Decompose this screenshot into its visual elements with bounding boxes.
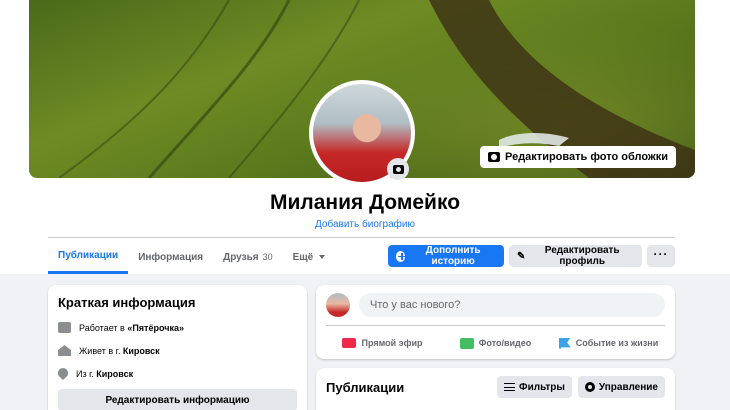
- photo-label: Фото/видео: [478, 338, 532, 348]
- intro-from: Из г. Кировск: [58, 368, 297, 380]
- intro-title: Краткая информация: [58, 295, 196, 310]
- life-event-label: Событие из жизни: [575, 338, 659, 348]
- lives-city[interactable]: Кировск: [123, 346, 160, 356]
- intro-lives-text: Живет в г. Кировск: [79, 346, 160, 356]
- briefcase-icon: [58, 322, 71, 333]
- profile-tabs: Публикации Информация Друзья 30 Ещё: [48, 240, 335, 274]
- posts-card: Публикации Фильтры Управление: [316, 368, 675, 410]
- caret-down-icon: [319, 255, 326, 259]
- plus-circle-icon: [396, 250, 406, 262]
- more-options-button[interactable]: ···: [647, 245, 675, 267]
- edit-profile-button[interactable]: ✎ Редактировать профиль: [509, 245, 642, 267]
- photo-video-button[interactable]: Фото/видео: [439, 330, 552, 356]
- lives-prefix: Живет в г.: [79, 345, 123, 356]
- from-prefix: Из г.: [76, 369, 97, 379]
- add-bio-link[interactable]: Добавить биографию: [0, 219, 730, 230]
- tab-label: Информация: [138, 251, 204, 263]
- profile-name: Милания Домейко: [269, 191, 461, 214]
- edit-cover-label: Редактировать фото обложки: [505, 151, 668, 163]
- gear-icon: [584, 382, 595, 392]
- header-divider: [48, 237, 675, 238]
- filters-label: Фильтры: [519, 381, 565, 393]
- manage-button[interactable]: Управление: [577, 376, 665, 398]
- intro-card: Краткая информация Работает в «Пятёрочка…: [48, 285, 307, 410]
- live-video-button[interactable]: Прямой эфир: [326, 330, 439, 356]
- live-video-icon: [342, 338, 357, 348]
- camera-icon: [392, 164, 404, 174]
- pencil-icon: ✎: [517, 250, 526, 262]
- profile-actions: Дополнить историю ✎ Редактировать профил…: [388, 245, 675, 267]
- post-composer: Что у вас нового? Прямой эфир Фото/видео…: [316, 285, 675, 359]
- manage-label: Управление: [598, 381, 658, 393]
- add-story-button[interactable]: Дополнить историю: [388, 245, 504, 267]
- edit-cover-button[interactable]: Редактировать фото обложки: [480, 146, 676, 168]
- tab-label: Публикации: [58, 250, 119, 261]
- flag-icon: [558, 337, 571, 349]
- work-place[interactable]: «Пятёрочка»: [127, 323, 184, 333]
- location-pin-icon: [58, 368, 68, 380]
- live-label: Прямой эфир: [361, 338, 423, 348]
- add-story-label: Дополнить историю: [425, 245, 481, 267]
- friends-count: 30: [262, 252, 273, 262]
- photo-icon: [459, 337, 474, 349]
- whats-new-input[interactable]: Что у вас нового?: [359, 293, 665, 317]
- posts-title: Публикации: [326, 379, 405, 395]
- filters-button[interactable]: Фильтры: [497, 376, 572, 398]
- edit-info-button[interactable]: Редактировать информацию: [58, 389, 297, 410]
- work-prefix: Работает в: [79, 322, 128, 333]
- filter-icon: [504, 383, 516, 391]
- camera-icon: [488, 152, 501, 162]
- tab-more[interactable]: Ещё: [283, 240, 336, 274]
- avatar[interactable]: [326, 293, 350, 317]
- composer-divider: [326, 325, 665, 326]
- home-icon: [58, 345, 71, 356]
- tab-about[interactable]: Информация: [128, 240, 213, 274]
- tab-friends[interactable]: Друзья 30: [213, 240, 283, 274]
- intro-work: Работает в «Пятёрочка»: [58, 322, 297, 333]
- more-dots-icon: ···: [653, 247, 669, 261]
- intro-from-text: Из г. Кировск: [76, 369, 133, 379]
- intro-lives: Живет в г. Кировск: [58, 345, 297, 356]
- intro-work-text: Работает в «Пятёрочка»: [79, 323, 184, 333]
- edit-profile-label: Редактировать профиль: [544, 245, 620, 267]
- from-city[interactable]: Кировск: [96, 369, 133, 379]
- tab-posts[interactable]: Публикации: [48, 240, 129, 274]
- tab-label: Друзья: [223, 251, 259, 263]
- tab-label: Ещё: [292, 251, 314, 263]
- avatar-camera-button[interactable]: [387, 158, 409, 180]
- life-event-button[interactable]: Событие из жизни: [552, 330, 665, 356]
